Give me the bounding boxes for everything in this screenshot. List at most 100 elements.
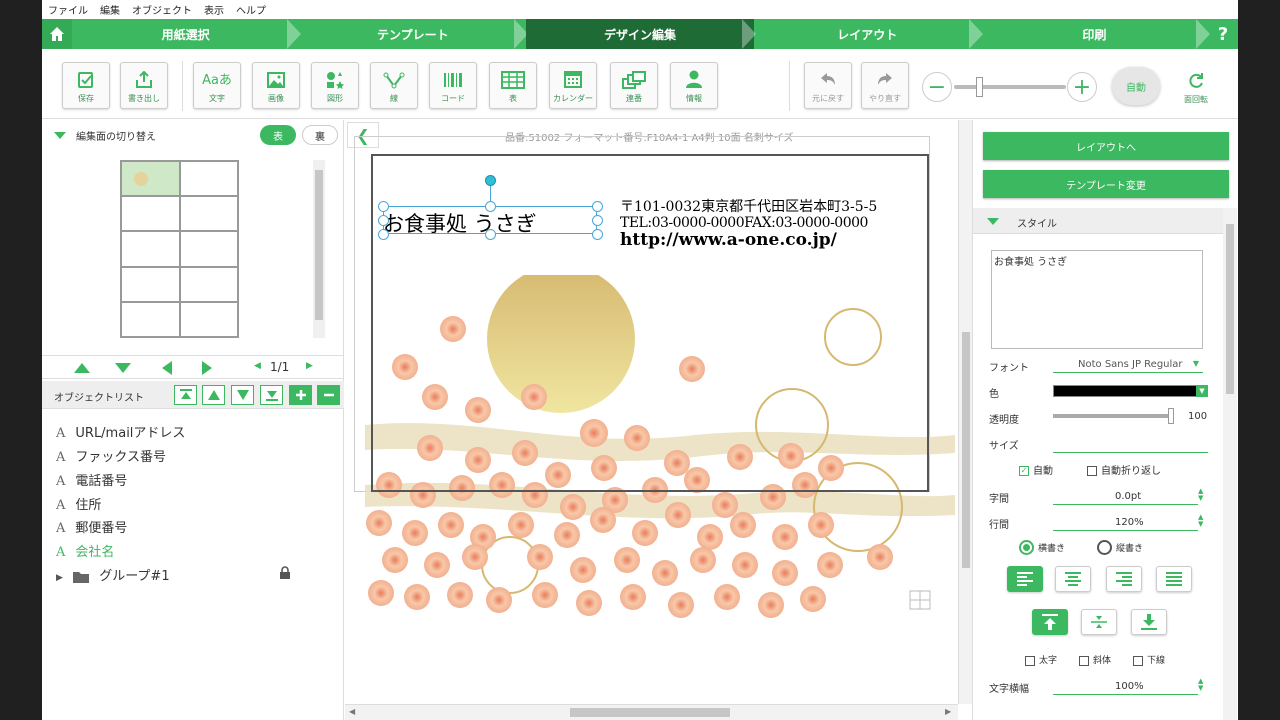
opacity-slider[interactable] xyxy=(1053,408,1174,424)
export-button[interactable]: 書き出し xyxy=(120,62,168,109)
size-field[interactable] xyxy=(1053,452,1208,453)
object-item-url[interactable]: A URL/mailアドレス xyxy=(56,422,185,441)
step-layout[interactable]: レイアウト xyxy=(754,19,984,49)
thumbnail-card[interactable] xyxy=(121,266,180,302)
auto-size-checkbox[interactable]: ✓ 自動 xyxy=(1019,462,1053,477)
resize-handle[interactable] xyxy=(378,201,389,212)
move-up-icon[interactable] xyxy=(74,363,90,373)
thumbnail-card[interactable] xyxy=(121,196,180,232)
step-print[interactable]: 印刷 xyxy=(981,19,1211,49)
home-button[interactable] xyxy=(42,19,72,49)
menu-help[interactable]: ヘルプ xyxy=(236,2,266,17)
thumbnail-card[interactable] xyxy=(179,196,238,232)
menu-object[interactable]: オブジェクト xyxy=(132,2,192,17)
front-face-button[interactable]: 表 xyxy=(260,125,296,145)
align-center-button[interactable] xyxy=(1055,566,1091,592)
save-button[interactable]: 保存 xyxy=(62,62,110,109)
auto-wrap-checkbox[interactable]: 自動折り返し xyxy=(1087,462,1161,477)
next-icon[interactable] xyxy=(202,361,212,375)
page-prev-small-icon[interactable]: ◀ xyxy=(254,361,261,371)
text-content-field[interactable]: お食事処 うさぎ xyxy=(991,250,1203,349)
underline-checkbox[interactable]: 下線 xyxy=(1133,653,1165,666)
zoom-slider-handle[interactable] xyxy=(976,77,983,97)
auto-zoom-button[interactable]: 自動 xyxy=(1112,67,1160,105)
resize-handle[interactable] xyxy=(378,229,389,240)
bring-to-front-button[interactable] xyxy=(174,385,197,405)
font-select[interactable]: Noto Sans JP Regular ▼ xyxy=(1053,356,1203,373)
align-bottom-button[interactable] xyxy=(1131,609,1167,635)
rotate-button[interactable]: 面回転 xyxy=(1172,62,1220,109)
help-button[interactable]: ? xyxy=(1208,19,1238,49)
properties-scrollbar-thumb[interactable] xyxy=(1226,224,1234,394)
table-tool-button[interactable]: 表 xyxy=(489,62,537,109)
menu-view[interactable]: 表示 xyxy=(204,2,224,17)
object-item-postal[interactable]: A 郵便番号 xyxy=(56,517,127,536)
page-thumbnail[interactable] xyxy=(120,160,239,338)
align-middle-button[interactable] xyxy=(1081,609,1117,635)
color-dropdown-icon[interactable]: ▼ xyxy=(1196,385,1208,397)
italic-checkbox[interactable]: 斜体 xyxy=(1079,653,1111,666)
back-face-button[interactable]: 裏 xyxy=(302,125,338,145)
resize-handle[interactable] xyxy=(485,229,496,240)
resize-handle[interactable] xyxy=(378,215,389,226)
thumbnail-scrollbar[interactable] xyxy=(313,160,325,338)
vertical-writing-radio[interactable]: 縦書き xyxy=(1097,540,1143,555)
undo-button[interactable]: 元に戻す xyxy=(804,62,852,109)
zoom-out-button[interactable]: − xyxy=(922,72,952,102)
resize-handle[interactable] xyxy=(592,229,603,240)
object-item-phone[interactable]: A 電話番号 xyxy=(56,470,127,489)
send-backward-button[interactable] xyxy=(231,385,254,405)
align-justify-button[interactable] xyxy=(1156,566,1192,592)
object-item-company-selected[interactable]: A 会社名 xyxy=(56,541,114,560)
thumbnail-card[interactable] xyxy=(121,301,180,337)
thumbnail-card[interactable] xyxy=(179,301,238,337)
change-template-button[interactable]: テンプレート変更 xyxy=(983,170,1229,198)
thumbnail-card[interactable] xyxy=(179,161,238,197)
phone-fax-text[interactable]: TEL:03-0000-0000FAX:03-0000-0000 xyxy=(620,215,868,231)
object-item-fax[interactable]: A ファックス番号 xyxy=(56,446,166,465)
scroll-left-icon[interactable]: ◀ xyxy=(349,707,355,716)
page-next-small-icon[interactable]: ▶ xyxy=(306,361,313,371)
horizontal-scrollbar-thumb[interactable] xyxy=(570,708,730,717)
step-design-edit[interactable]: デザイン編集 xyxy=(526,19,756,49)
color-picker[interactable]: ▼ xyxy=(1053,385,1208,397)
url-text[interactable]: http://www.a-one.co.jp/ xyxy=(620,230,837,250)
menu-file[interactable]: ファイル xyxy=(48,2,88,17)
resize-handle[interactable] xyxy=(592,215,603,226)
redo-button[interactable]: やり直す xyxy=(861,62,909,109)
add-object-button[interactable] xyxy=(289,385,312,405)
remove-object-button[interactable] xyxy=(317,385,340,405)
char-spacing-field[interactable]: 0.0pt xyxy=(1053,491,1198,505)
properties-scrollbar[interactable] xyxy=(1223,208,1237,720)
line-spacing-field[interactable]: 120% xyxy=(1053,517,1198,531)
shape-tool-button[interactable]: 図形 xyxy=(311,62,359,109)
bold-checkbox[interactable]: 太字 xyxy=(1025,653,1057,666)
object-group[interactable]: ▶ グループ#1 xyxy=(56,565,170,584)
thumbnail-card[interactable] xyxy=(179,231,238,267)
rotate-handle[interactable] xyxy=(485,175,496,186)
zoom-in-button[interactable]: + xyxy=(1067,72,1097,102)
expand-icon[interactable]: ▶ xyxy=(56,573,63,583)
vertical-scrollbar-thumb[interactable] xyxy=(962,332,970,568)
step-paper-select[interactable]: 用紙選択 xyxy=(72,19,302,49)
char-spacing-stepper-icon[interactable]: ▲ ▼ xyxy=(1198,488,1203,502)
horizontal-writing-radio[interactable]: 横書き xyxy=(1019,540,1065,555)
zoom-slider[interactable] xyxy=(954,85,1066,89)
thumbnail-card-selected[interactable] xyxy=(121,161,180,197)
resize-handle[interactable] xyxy=(485,201,496,212)
step-template[interactable]: テンプレート xyxy=(299,19,529,49)
code-tool-button[interactable]: コード xyxy=(429,62,477,109)
serial-tool-button[interactable]: 連番 xyxy=(610,62,658,109)
vertical-scrollbar[interactable] xyxy=(958,120,972,704)
scroll-right-icon[interactable]: ▶ xyxy=(945,707,951,716)
previous-icon[interactable] xyxy=(162,361,172,375)
bring-forward-button[interactable] xyxy=(202,385,225,405)
layout-grid-icon[interactable] xyxy=(909,590,931,610)
info-tool-button[interactable]: 情報 xyxy=(670,62,718,109)
char-width-stepper-icon[interactable]: ▲ ▼ xyxy=(1198,678,1203,692)
image-tool-button[interactable]: 画像 xyxy=(252,62,300,109)
opacity-slider-handle[interactable] xyxy=(1167,408,1174,424)
align-right-button[interactable] xyxy=(1106,566,1142,592)
move-down-icon[interactable] xyxy=(115,363,131,373)
char-width-field[interactable]: 100% xyxy=(1053,681,1198,695)
